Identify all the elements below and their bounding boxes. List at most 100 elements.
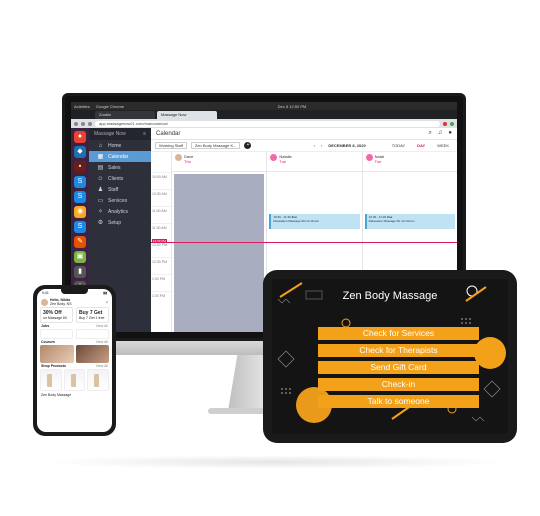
- reload-icon[interactable]: [88, 121, 92, 126]
- talk-to-someone-button[interactable]: Talk to someone: [318, 395, 479, 408]
- job-card[interactable]: [40, 329, 73, 339]
- staff-day: Thu: [184, 159, 191, 164]
- offer-card[interactable]: 30% Off on Massage 60: [40, 307, 73, 323]
- time-slot-label: 10:00 AM: [151, 172, 171, 189]
- product-card[interactable]: [63, 369, 86, 391]
- sidebar-item-setup[interactable]: ⚙ Setup: [89, 217, 151, 228]
- sidebar-item-home[interactable]: ⌂ Home: [89, 140, 151, 151]
- current-date[interactable]: DECEMBER 8, 2020: [328, 143, 365, 148]
- view-all-link[interactable]: View All: [96, 364, 108, 368]
- next-day-icon[interactable]: ›: [321, 143, 322, 148]
- avatar[interactable]: [41, 298, 48, 306]
- home-icon: ⌂: [98, 142, 103, 149]
- bell-icon[interactable]: ♫: [105, 300, 108, 304]
- sidebar-item-clients[interactable]: ☺ Clients: [89, 173, 151, 184]
- view-today-button[interactable]: TODAY: [388, 142, 409, 149]
- offer-card[interactable]: Buy 7 Get Buy 7 Get 1 free: [76, 307, 109, 323]
- products-row: [37, 369, 112, 391]
- url-input[interactable]: app.massagenow21.com/manoone/cal: [95, 120, 440, 127]
- time-slot-label: 11:30 AM: [151, 223, 171, 240]
- sales-icon: ▤: [97, 165, 104, 171]
- prev-day-icon[interactable]: ‹: [314, 143, 315, 148]
- staff-filter-select[interactable]: Working Staff: [155, 142, 187, 149]
- appointment-card[interactable]: 10:30 - 11:30 Zoe Relaxation Massage 60 …: [364, 214, 455, 229]
- appointment-service: Relaxation Massage 60 min Room: [273, 219, 320, 223]
- view-all-link[interactable]: View All: [96, 324, 108, 328]
- skype-icon[interactable]: S: [74, 176, 86, 188]
- settings-app-icon[interactable]: ✎: [74, 236, 86, 248]
- check-in-button[interactable]: Check-in: [318, 378, 479, 391]
- product-card[interactable]: [40, 369, 62, 391]
- sidebar-item-staff[interactable]: ♟ Staff: [89, 184, 151, 195]
- location-filter-select[interactable]: Zen Body Massage K...: [190, 142, 241, 149]
- phone-header: Hello, Nikita Zen Body, NS ♫: [37, 297, 112, 307]
- sidebar-item-analytics[interactable]: ✧ Analytics: [89, 206, 151, 217]
- calendar-icon: ▦: [97, 154, 104, 160]
- current-time-line: [151, 242, 457, 243]
- product-card[interactable]: [87, 369, 110, 391]
- shop-heading: Shop Products: [41, 364, 66, 368]
- sidebar-item-calendar[interactable]: ▦ Calendar: [89, 151, 151, 162]
- course-card[interactable]: [40, 345, 74, 363]
- job-card[interactable]: [76, 329, 109, 339]
- android-icon[interactable]: ▣: [74, 251, 86, 263]
- sidebar-item-sales[interactable]: ▤ Sales: [89, 162, 151, 173]
- location[interactable]: Zen Body, NS: [50, 302, 72, 306]
- product-mockup: Activities Google Chrome Dec 8 12:50 PM …: [0, 0, 540, 516]
- view-all-link[interactable]: View All: [96, 340, 108, 344]
- view-day-button[interactable]: DAY: [413, 142, 429, 149]
- bell-icon[interactable]: ♫: [438, 130, 443, 137]
- sidebar-item-label: Setup: [108, 219, 122, 226]
- staff-icon: ♟: [97, 187, 104, 193]
- add-appointment-icon[interactable]: +: [244, 142, 252, 149]
- vscode-icon[interactable]: ◆: [74, 146, 86, 158]
- user-icon[interactable]: ●: [448, 130, 452, 137]
- appointment-card[interactable]: 10:30 - 11:30 Zoe Relaxation Massage 60 …: [269, 214, 360, 229]
- date-navigator: ‹ › DECEMBER 8, 2020: [314, 143, 366, 148]
- courses-heading: Courses: [41, 340, 56, 344]
- course-card[interactable]: [75, 345, 109, 363]
- calendar-toolbar: Working Staff Zen Body Massage K... + ‹ …: [151, 140, 457, 152]
- send-gift-card-button[interactable]: Send Gift Card: [318, 361, 479, 374]
- camera-icon[interactable]: ◉: [74, 206, 86, 218]
- time-slot-label: 1:00 PM: [151, 274, 171, 291]
- skype-third-icon[interactable]: S: [74, 221, 86, 233]
- offers-row: 30% Off on Massage 60 Buy 7 Get Buy 7 Get …: [37, 307, 112, 323]
- skype-alt-icon[interactable]: S: [74, 191, 86, 203]
- blocked-time[interactable]: [174, 174, 265, 332]
- time-slot-label: 1:30 PM: [151, 291, 171, 308]
- calendar-header: Calendar ⌕ ♫ ●: [151, 128, 457, 140]
- clients-icon: ☺: [97, 175, 104, 182]
- forward-icon[interactable]: [81, 121, 85, 126]
- activities-label[interactable]: Activities: [74, 104, 90, 109]
- staff-day: Tue: [374, 159, 382, 164]
- current-time-label: 12:09 PM: [152, 239, 167, 243]
- courses-row: [37, 345, 112, 363]
- back-icon[interactable]: [74, 121, 78, 126]
- appointment-service: Relaxation Massage 60 min Room: [368, 219, 415, 223]
- phone-footer: Zen Body Massage: [41, 393, 72, 397]
- staff-day: Tue: [279, 159, 287, 164]
- avatar: [270, 154, 278, 161]
- extension-icon[interactable]: [443, 121, 447, 126]
- jobs-heading: Jobs: [41, 324, 50, 328]
- browser-tab[interactable]: Zoobiz: [95, 111, 155, 119]
- view-week-button[interactable]: WEEK: [433, 142, 453, 149]
- offer-sub: Buy 7 Get 1 free: [79, 316, 105, 320]
- check-services-button[interactable]: Check for Services: [318, 327, 479, 340]
- browser-address-bar: app.massagenow21.com/manoone/cal: [71, 119, 457, 128]
- time-slot-label: 10:30 AM: [151, 189, 171, 206]
- gear-icon: ⚙: [97, 220, 104, 226]
- search-icon[interactable]: ⌕: [429, 130, 432, 137]
- menu-icon[interactable]: ≡: [143, 131, 146, 137]
- files-icon[interactable]: ▮: [74, 266, 86, 278]
- chrome-icon[interactable]: ●: [74, 131, 86, 143]
- offer-sub: on Massage 60: [43, 316, 67, 320]
- browser-tab-active[interactable]: Massage Now: [157, 111, 217, 119]
- sidebar-item-label: Sales: [108, 164, 121, 171]
- check-therapists-button[interactable]: Check for Therapists: [318, 344, 479, 357]
- terminal-icon[interactable]: ▪: [74, 161, 86, 173]
- profile-icon[interactable]: [450, 121, 454, 126]
- staff-column-header: Dave Thu: [172, 152, 267, 172]
- sidebar-item-services[interactable]: ▭ Services: [89, 195, 151, 206]
